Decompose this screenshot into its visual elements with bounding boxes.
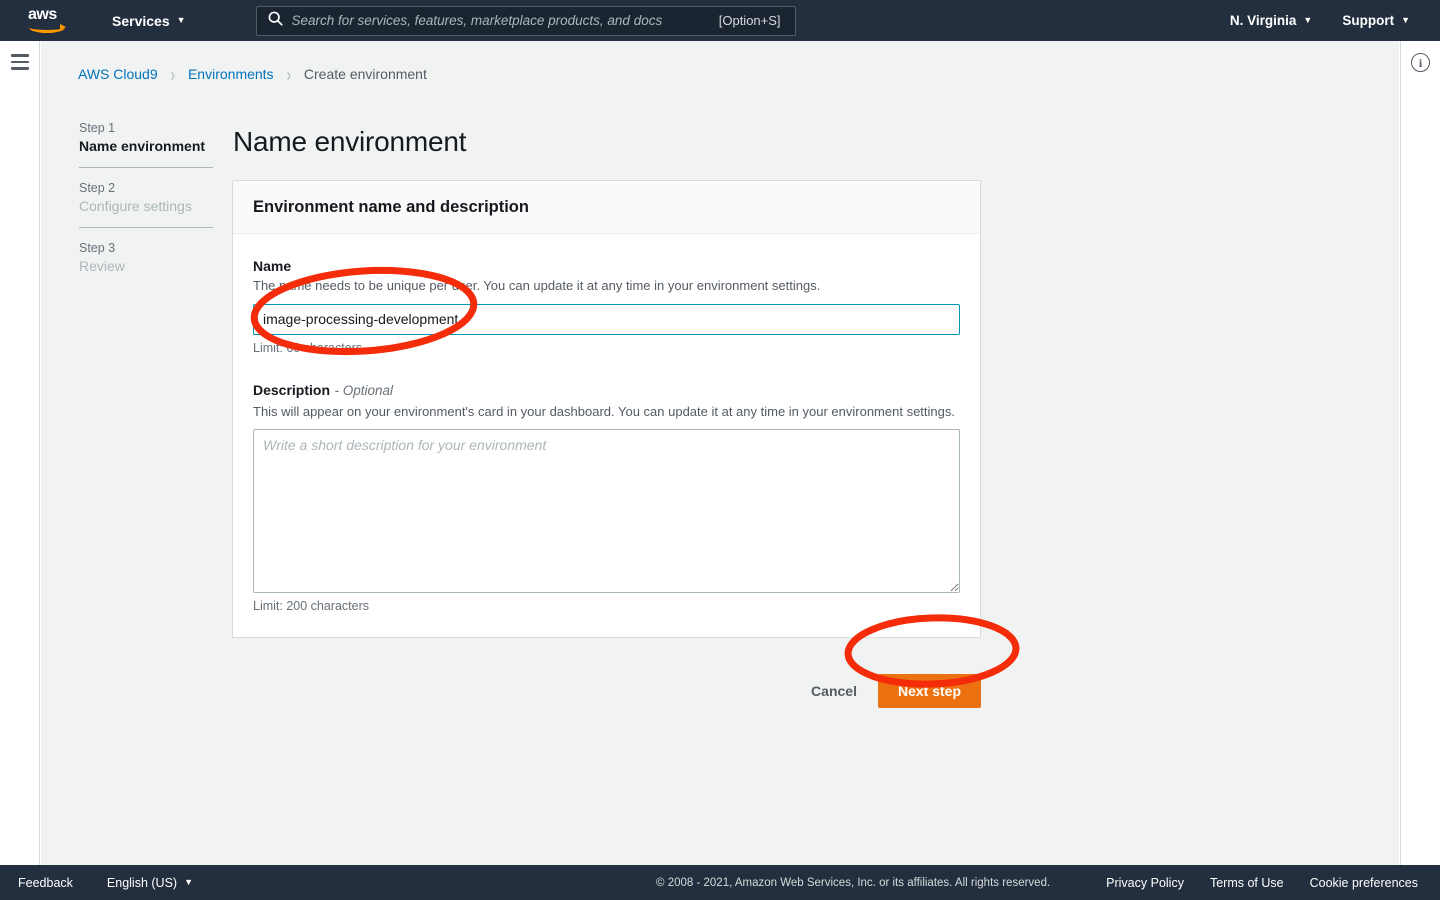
page-footer: Feedback English (US) ▼ © 2008 - 2021, A…: [0, 865, 1440, 900]
aws-logo-text: aws: [28, 5, 57, 23]
language-selector[interactable]: English (US) ▼: [107, 876, 193, 890]
right-panel-strip: i: [1400, 41, 1440, 865]
name-field-label: Name: [253, 258, 292, 274]
environment-name-input[interactable]: [253, 303, 960, 335]
description-field-description: This will appear on your environment's c…: [253, 403, 955, 419]
search-shortcut-hint: [Option+S]: [718, 13, 781, 28]
name-field-group: Name The name needs to be unique per use…: [253, 258, 960, 355]
chevron-down-icon: ▼: [1303, 15, 1313, 25]
description-field-group: Description - Optional This will appear …: [253, 382, 960, 614]
chevron-down-icon: ▼: [184, 877, 193, 887]
top-navigation-bar: aws Services ▼ [Option+S] N. Virginia ▼ …: [0, 0, 1440, 41]
hamburger-bar: [11, 67, 29, 70]
terms-of-use-link[interactable]: Terms of Use: [1210, 876, 1284, 890]
sidebar-item-step-2[interactable]: Step 2 Configure settings: [79, 181, 213, 228]
breadcrumb-separator-icon: ›: [170, 62, 175, 86]
hamburger-bar: [11, 54, 29, 57]
step-2-title: Configure settings: [79, 198, 192, 214]
environment-description-textarea[interactable]: [253, 429, 960, 594]
language-label: English (US): [106, 875, 178, 890]
name-field-description: The name needs to be unique per user. Yo…: [253, 278, 821, 293]
global-search-box[interactable]: [Option+S]: [255, 5, 796, 36]
left-panel-strip: [0, 41, 40, 865]
cookie-preferences-link[interactable]: Cookie preferences: [1310, 876, 1418, 890]
breadcrumb-item-environments[interactable]: Environments: [188, 66, 274, 82]
card-header-title: Environment name and description: [253, 198, 529, 216]
wizard-step-navigation: Step 1 Name environment Step 2 Configure…: [79, 121, 213, 300]
page-title: Name environment: [233, 126, 467, 157]
breadcrumb-separator-icon: ›: [286, 62, 291, 86]
form-actions: Cancel Next step: [232, 674, 981, 708]
next-step-button[interactable]: Next step: [877, 674, 981, 708]
chevron-down-icon: ▼: [176, 15, 186, 25]
description-field-label: Description: [253, 381, 331, 398]
aws-logo[interactable]: aws: [28, 5, 68, 34]
description-field-limit: Limit: 200 characters: [253, 599, 370, 614]
search-icon: [268, 11, 283, 31]
feedback-link[interactable]: Feedback: [18, 876, 73, 890]
description-optional-tag: - Optional: [334, 382, 393, 398]
services-menu-label: Services: [112, 12, 170, 29]
search-input[interactable]: [291, 13, 719, 28]
footer-right-group: © 2008 - 2021, Amazon Web Services, Inc.…: [656, 876, 1418, 890]
region-label: N. Virginia: [1229, 13, 1297, 28]
name-field-limit: Limit: 60 characters: [253, 340, 363, 355]
step-1-title: Name environment: [79, 138, 206, 154]
environment-form-card: Environment name and description Name Th…: [232, 180, 981, 639]
breadcrumb-item-aws-cloud9[interactable]: AWS Cloud9: [78, 66, 158, 82]
topnav-right-group: N. Virginia ▼ Support ▼: [1230, 13, 1410, 28]
chevron-down-icon: ▼: [1401, 15, 1410, 25]
step-3-title: Review: [79, 258, 125, 274]
card-header: Environment name and description: [233, 181, 980, 234]
copyright-text: © 2008 - 2021, Amazon Web Services, Inc.…: [656, 876, 1051, 889]
hamburger-bar: [11, 60, 29, 63]
support-label: Support: [1342, 13, 1395, 28]
card-body: Name The name needs to be unique per use…: [233, 234, 980, 638]
description-field-label-row: Description - Optional: [253, 382, 960, 400]
step-1-number: Step 1: [79, 121, 116, 135]
step-3-number: Step 3: [79, 241, 116, 255]
region-selector[interactable]: N. Virginia ▼: [1230, 13, 1312, 28]
sidebar-item-step-3[interactable]: Step 3 Review: [79, 241, 213, 287]
breadcrumb-item-create-environment: Create environment: [303, 66, 427, 82]
sidebar-item-step-1[interactable]: Step 1 Name environment: [79, 121, 213, 168]
aws-logo-smile: [29, 22, 66, 33]
breadcrumb: AWS Cloud9 › Environments › Create envir…: [78, 63, 427, 86]
main-content-area: AWS Cloud9 › Environments › Create envir…: [41, 41, 1399, 865]
cancel-button[interactable]: Cancel: [811, 683, 857, 699]
support-menu[interactable]: Support ▼: [1342, 13, 1410, 28]
privacy-policy-link[interactable]: Privacy Policy: [1106, 876, 1184, 890]
services-menu-button[interactable]: Services ▼: [108, 0, 190, 41]
hamburger-menu-icon[interactable]: [11, 54, 29, 70]
info-icon[interactable]: i: [1411, 53, 1430, 72]
step-2-number: Step 2: [79, 181, 116, 195]
